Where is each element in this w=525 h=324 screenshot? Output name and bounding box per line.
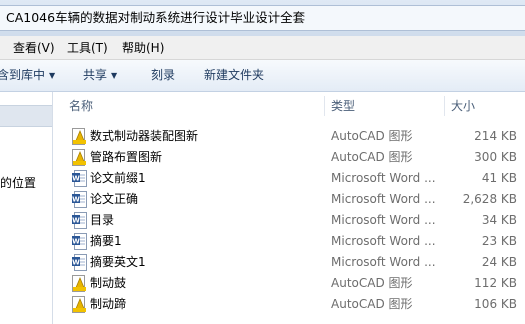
- word-document-icon: W: [72, 212, 87, 229]
- autocad-drawing-icon: [72, 128, 87, 145]
- include-in-library-button[interactable]: 含到库中 ▼: [0, 60, 55, 92]
- chevron-down-icon: ▼: [49, 71, 56, 80]
- file-row[interactable]: W 论文前缀1 Microsoft Word ... 41 KB: [0, 168, 525, 189]
- file-row[interactable]: 数式制动器装配图新 AutoCAD 图形 214 KB: [0, 126, 525, 147]
- file-row[interactable]: W 论文正确 Microsoft Word ... 2,628 KB: [0, 189, 525, 210]
- file-size: 41 KB: [481, 171, 517, 185]
- menu-bar: 查看(V) 工具(T) 帮助(H): [0, 36, 525, 60]
- share-button[interactable]: 共享 ▼: [83, 60, 117, 92]
- file-name: 摘要英文1: [90, 255, 146, 269]
- word-document-icon: W: [72, 233, 87, 250]
- file-row[interactable]: 管路布置图新 AutoCAD 图形 300 KB: [0, 147, 525, 168]
- column-name-header[interactable]: 名称: [69, 92, 93, 120]
- burn-button[interactable]: 刻录: [151, 60, 175, 91]
- file-type: Microsoft Word ...: [331, 255, 436, 269]
- svg-text:W: W: [72, 217, 80, 225]
- file-name: 摘要1: [90, 234, 122, 248]
- autocad-drawing-icon: [72, 296, 87, 313]
- file-size: 34 KB: [481, 213, 517, 227]
- file-row[interactable]: W 摘要英文1 Microsoft Word ... 24 KB: [0, 252, 525, 273]
- window-title: CA1046车辆的数据对制动系统进行设计毕业设计全套: [6, 10, 306, 25]
- file-name: 论文前缀1: [90, 171, 146, 185]
- svg-text:W: W: [72, 196, 80, 204]
- column-header: 名称 类型 大小: [53, 92, 525, 120]
- file-name: 制动鼓: [90, 276, 127, 290]
- new-folder-button[interactable]: 新建文件夹: [204, 60, 264, 91]
- file-row[interactable]: 制动鼓 AutoCAD 图形 112 KB: [0, 273, 525, 294]
- column-divider[interactable]: [444, 96, 445, 116]
- file-name: 数式制动器装配图新: [90, 129, 199, 143]
- menu-tools[interactable]: 工具(T): [67, 36, 108, 60]
- nav-selected-item[interactable]: [0, 105, 52, 127]
- file-name: 论文正确: [90, 192, 139, 206]
- file-name: 目录: [90, 213, 115, 227]
- column-type-header[interactable]: 类型: [331, 92, 355, 120]
- autocad-drawing-icon: [72, 149, 87, 166]
- column-divider[interactable]: [324, 96, 325, 116]
- address-bar[interactable]: CA1046车辆的数据对制动系统进行设计毕业设计全套: [0, 5, 525, 31]
- file-size: 112 KB: [474, 276, 517, 290]
- file-size: 2,628 KB: [462, 192, 517, 206]
- file-type: Microsoft Word ...: [331, 171, 436, 185]
- file-type: AutoCAD 图形: [331, 297, 413, 311]
- file-type: Microsoft Word ...: [331, 192, 436, 206]
- menu-view[interactable]: 查看(V): [13, 36, 55, 60]
- file-type: AutoCAD 图形: [331, 129, 413, 143]
- chevron-down-icon: ▼: [111, 71, 118, 80]
- file-type: Microsoft Word ...: [331, 234, 436, 248]
- word-document-icon: W: [72, 170, 87, 187]
- word-document-icon: W: [72, 254, 87, 271]
- menu-help[interactable]: 帮助(H): [122, 36, 164, 60]
- command-bar: 含到库中 ▼ 共享 ▼ 刻录 新建文件夹: [0, 60, 525, 92]
- file-size: 23 KB: [481, 234, 517, 248]
- file-name: 制动蹄: [90, 297, 127, 311]
- file-type: AutoCAD 图形: [331, 150, 413, 164]
- file-name: 管路布置图新: [90, 150, 163, 164]
- file-type: AutoCAD 图形: [331, 276, 413, 290]
- file-size: 24 KB: [481, 255, 517, 269]
- title-bar: CA1046车辆的数据对制动系统进行设计毕业设计全套: [0, 0, 525, 36]
- file-type: Microsoft Word ...: [331, 213, 436, 227]
- share-label: 共享: [83, 68, 108, 82]
- svg-text:W: W: [72, 238, 80, 246]
- file-row[interactable]: W 目录 Microsoft Word ... 34 KB: [0, 210, 525, 231]
- file-size: 214 KB: [474, 129, 517, 143]
- svg-text:W: W: [72, 175, 80, 183]
- svg-text:W: W: [72, 259, 80, 267]
- include-in-library-label: 含到库中: [0, 68, 46, 82]
- column-size-header[interactable]: 大小: [451, 92, 475, 120]
- word-document-icon: W: [72, 191, 87, 208]
- file-row[interactable]: 制动蹄 AutoCAD 图形 106 KB: [0, 294, 525, 315]
- file-size: 106 KB: [474, 297, 517, 311]
- autocad-drawing-icon: [72, 275, 87, 292]
- file-row[interactable]: W 摘要1 Microsoft Word ... 23 KB: [0, 231, 525, 252]
- file-size: 300 KB: [474, 150, 517, 164]
